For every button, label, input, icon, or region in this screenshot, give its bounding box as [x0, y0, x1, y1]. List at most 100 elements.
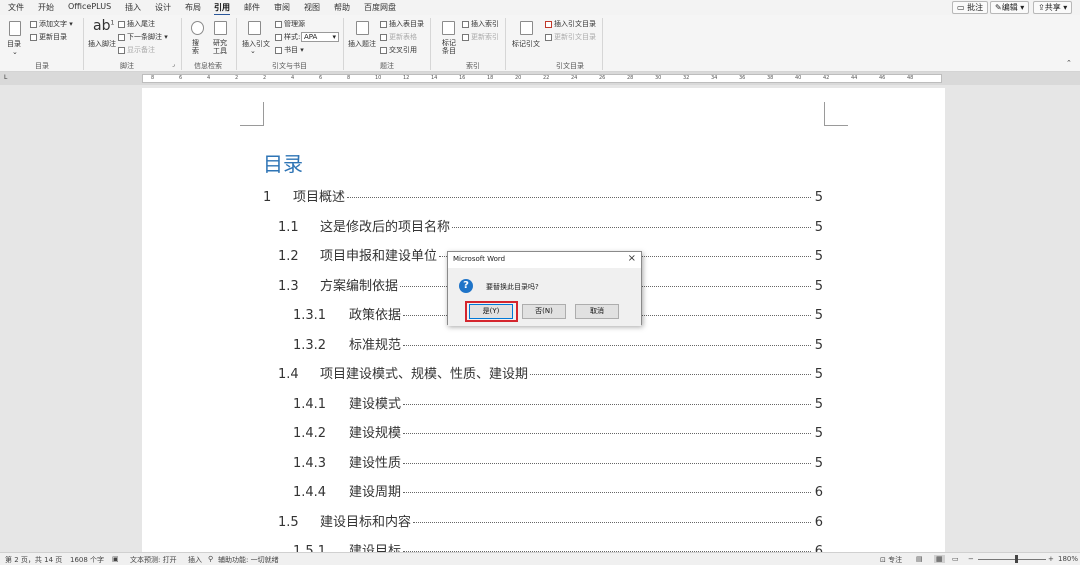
- search-icon: [191, 21, 204, 35]
- collapse-ribbon-icon[interactable]: ⌃: [1066, 59, 1072, 67]
- style-select[interactable]: APA ▾: [301, 32, 339, 42]
- web-layout-icon[interactable]: ▭: [952, 555, 959, 563]
- next-footnote-icon: [118, 33, 125, 41]
- cross-reference-label: 交叉引用: [389, 46, 417, 54]
- dialog-launcher-icon[interactable]: ⌟: [172, 61, 175, 68]
- mark-citation-icon: [520, 21, 533, 35]
- ruler-number: 2: [235, 75, 239, 81]
- word-count[interactable]: 1608 个字: [70, 555, 104, 565]
- share-button[interactable]: ⇪共享 ▾: [1033, 1, 1073, 14]
- add-text-icon: [30, 20, 37, 28]
- proofing-icon[interactable]: ▣: [112, 555, 119, 563]
- chevron-down-icon: ▾: [332, 33, 336, 41]
- toc-entry-text: 建设模式: [349, 396, 402, 412]
- insert-caption-button[interactable]: 插入题注: [348, 39, 376, 49]
- style-select-value: APA: [304, 33, 318, 41]
- tab-design[interactable]: 设计: [155, 2, 171, 13]
- page-count[interactable]: 第 2 页，共 14 页: [5, 555, 62, 565]
- comments-button[interactable]: ▭ 批注: [952, 1, 989, 14]
- tab-selector-icon[interactable]: L: [4, 74, 7, 81]
- ruler-number: 12: [403, 75, 410, 81]
- toc-entry-number: 1.4.3: [293, 455, 327, 471]
- ruler-number: 46: [879, 75, 886, 81]
- next-footnote-button[interactable]: 下一条脚注 ▾: [118, 32, 168, 42]
- no-button[interactable]: 否(N): [522, 304, 566, 319]
- insert-index-icon: [462, 20, 469, 28]
- toc-entry[interactable]: 1.4.3 建设性质 5: [293, 452, 823, 471]
- toc-entry[interactable]: 1.4.1 建设模式 5: [293, 393, 823, 412]
- search-button[interactable]: 搜 索: [192, 39, 199, 55]
- insert-endnote-label: 插入尾注: [127, 20, 155, 28]
- toc-entry[interactable]: 1.4.2 建设规模 5: [293, 422, 823, 441]
- toc-entry[interactable]: 1.5.1 建设目标 6: [293, 540, 823, 552]
- cancel-button[interactable]: 取消: [575, 304, 619, 319]
- insert-index-button[interactable]: 插入索引: [462, 19, 499, 29]
- table-of-contents-icon: [9, 21, 21, 36]
- tab-home[interactable]: 开始: [38, 2, 54, 13]
- ruler: L 8 6 4 2 2 4 6 8 10 12 14 16 18 20 22 24 26 28 30 32 34 36 38…: [0, 72, 1080, 85]
- zoom-out-icon[interactable]: −: [968, 555, 974, 563]
- insert-table-of-authorities-button[interactable]: 插入引文目录: [545, 19, 596, 29]
- update-table-of-authorities-button[interactable]: 更新引文目录: [545, 32, 596, 42]
- insert-endnote-button[interactable]: 插入尾注: [118, 19, 155, 29]
- toc-entry[interactable]: 1.4 项目建设模式、规模、性质、建设期 5: [278, 363, 823, 382]
- mark-entry-button[interactable]: 标记 条目: [442, 39, 456, 55]
- zoom-slider-thumb[interactable]: [1015, 555, 1018, 563]
- tab-baidu-netdisk[interactable]: 百度网盘: [364, 2, 396, 13]
- tab-review[interactable]: 审阅: [274, 2, 290, 13]
- tab-view[interactable]: 视图: [304, 2, 320, 13]
- yes-button[interactable]: 是(Y): [469, 304, 513, 319]
- show-notes-button[interactable]: 显示备注: [118, 45, 155, 55]
- ruler-number: 8: [347, 75, 351, 81]
- insert-footnote-button[interactable]: 插入脚注: [88, 39, 116, 49]
- insert-citation-button[interactable]: 插入引文: [242, 39, 270, 49]
- update-table-button[interactable]: 更新表格: [380, 32, 417, 42]
- update-toc-button[interactable]: 更新目录: [30, 32, 67, 42]
- insert-mode[interactable]: 插入: [188, 555, 202, 565]
- menu-bar: 文件 开始 OfficePLUS 插入 设计 布局 引用 邮件 审阅 视图 帮助…: [0, 0, 1080, 16]
- bibliography-button[interactable]: 书目 ▾: [275, 45, 304, 55]
- tab-help[interactable]: 帮助: [334, 2, 350, 13]
- update-index-button[interactable]: 更新索引: [462, 32, 499, 42]
- toc-entry-text: 项目申报和建设单位: [320, 249, 438, 264]
- close-icon[interactable]: ×: [628, 253, 636, 264]
- toc-entry[interactable]: 1 项目概述 5: [263, 186, 823, 205]
- manage-sources-button[interactable]: 管理源: [275, 19, 305, 29]
- insert-table-of-figures-button[interactable]: 插入表目录: [380, 19, 424, 29]
- read-mode-icon[interactable]: ▤: [916, 555, 923, 563]
- insert-citation-icon: [248, 21, 261, 35]
- tab-references[interactable]: 引用: [214, 2, 230, 16]
- tab-insert[interactable]: 插入: [125, 2, 141, 13]
- zoom-slider[interactable]: [978, 559, 1046, 560]
- mark-citation-button[interactable]: 标记引文: [512, 39, 540, 49]
- accessibility-status[interactable]: 辅助功能: 一切就绪: [218, 555, 279, 565]
- toc-entry[interactable]: 1.5 建设目标和内容 6: [278, 511, 823, 530]
- toc-entry[interactable]: 1.3.2 标准规范 5: [293, 334, 823, 353]
- toc-entry-page: 5: [814, 308, 823, 323]
- zoom-in-icon[interactable]: +: [1048, 555, 1054, 563]
- editing-button[interactable]: ✎编辑 ▾: [990, 1, 1030, 14]
- tab-officeplus[interactable]: OfficePLUS: [68, 2, 111, 11]
- researcher-button[interactable]: 研究 工具: [213, 39, 227, 55]
- horizontal-ruler[interactable]: 8 6 4 2 2 4 6 8 10 12 14 16 18 20 22 24 26 28 30 32 34 36 38 40…: [142, 74, 942, 83]
- ruler-number: 32: [683, 75, 690, 81]
- print-layout-icon[interactable]: ▦: [934, 555, 945, 563]
- toc-entry-text: 建设目标: [349, 544, 402, 552]
- add-text-button[interactable]: 添加文字 ▾: [30, 19, 73, 29]
- text-prediction-status[interactable]: 文本预测: 打开: [130, 555, 177, 565]
- ruler-number: 20: [515, 75, 522, 81]
- toc-leader-dots: [413, 521, 811, 523]
- toc-leader-dots: [403, 344, 811, 346]
- tab-file[interactable]: 文件: [8, 2, 24, 13]
- focus-button[interactable]: ⊡ 专注: [880, 555, 902, 565]
- tab-mailings[interactable]: 邮件: [244, 2, 260, 13]
- tab-layout[interactable]: 布局: [185, 2, 201, 13]
- toc-entry[interactable]: 1.1 这是修改后的项目名称 5: [278, 216, 823, 235]
- add-text-label: 添加文字: [39, 20, 67, 28]
- ruler-number: 6: [179, 75, 183, 81]
- toc-entry-number: 1.3.1: [293, 308, 327, 323]
- zoom-level[interactable]: 180%: [1058, 555, 1078, 563]
- toc-entry-number: 1.5.1: [293, 544, 327, 552]
- toc-entry[interactable]: 1.4.4 建设周期 6: [293, 481, 823, 500]
- cross-reference-button[interactable]: 交叉引用: [380, 45, 417, 55]
